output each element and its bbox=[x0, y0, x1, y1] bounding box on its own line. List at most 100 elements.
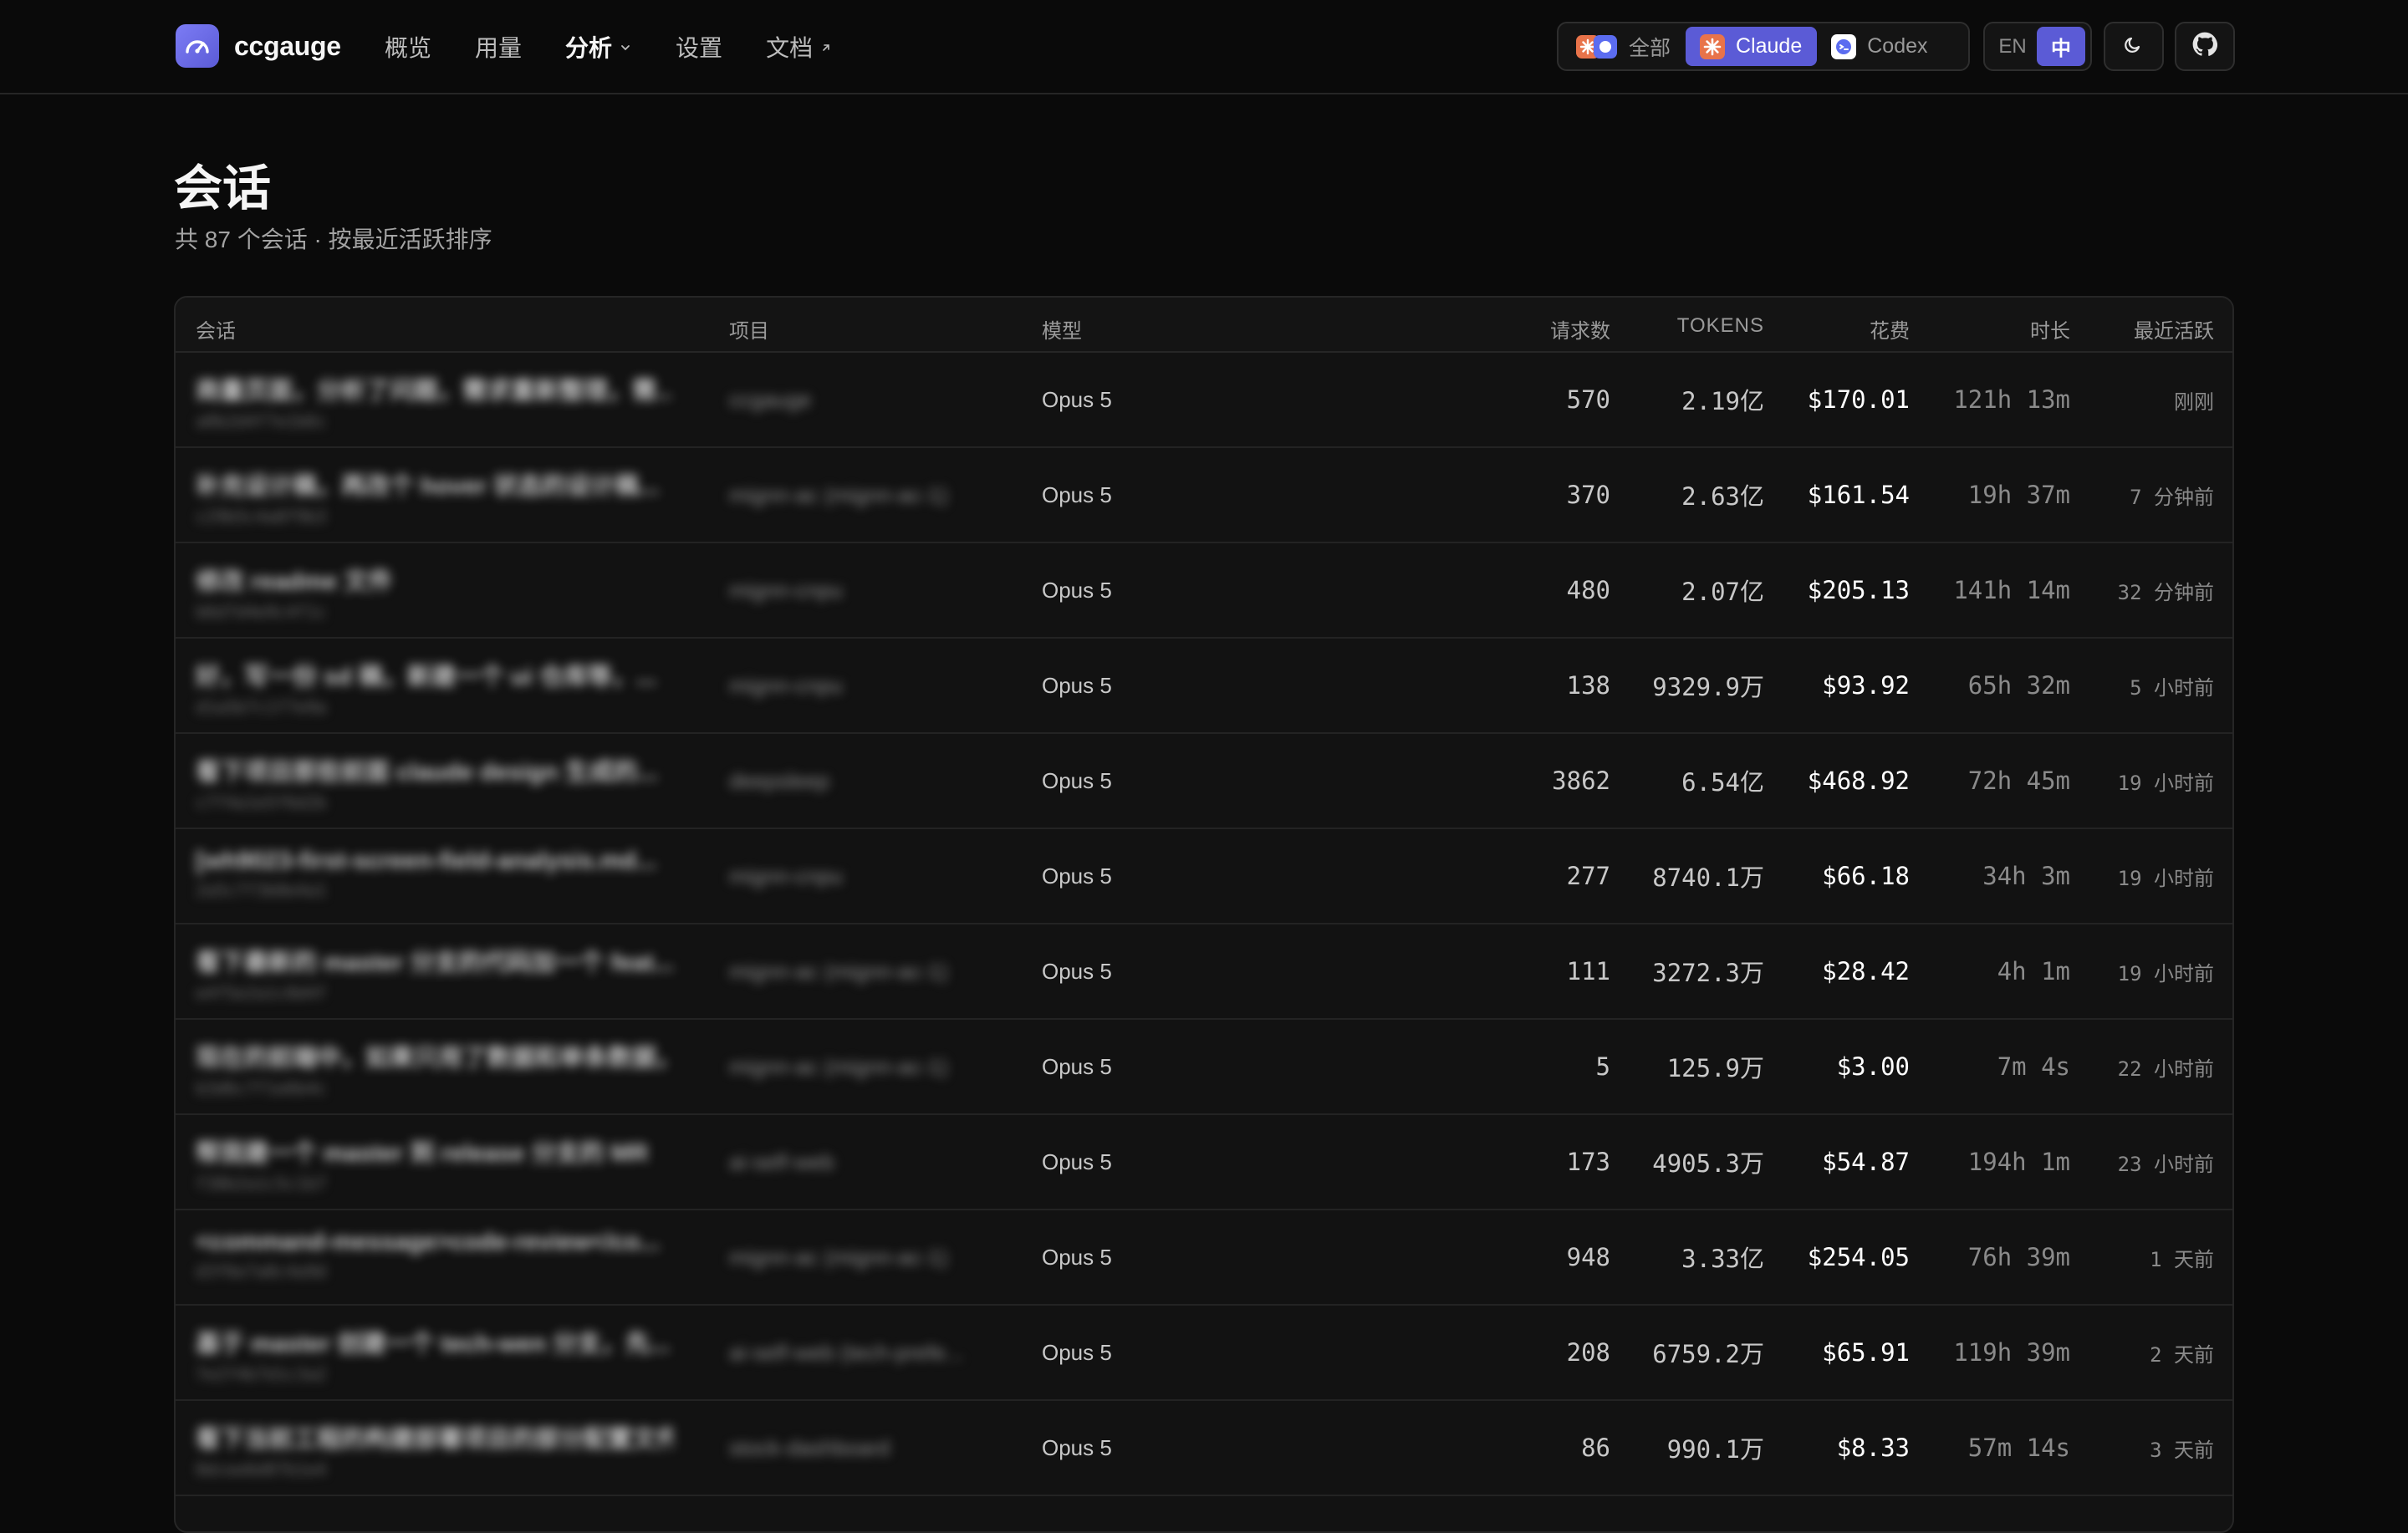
session-cell: 看下项目那些前面 claude design 生成的... c7f4a1e5f6d… bbox=[196, 752, 672, 812]
brand-name: ccgauge bbox=[234, 30, 341, 61]
duration-cell: 7m 4s bbox=[1911, 1020, 2070, 1113]
tokens-cell: 3.33亿 bbox=[1597, 1210, 1764, 1304]
session-title: 补充设计稿，再改个 hover 状态的设计稿... bbox=[196, 473, 660, 500]
col-requests-header[interactable]: 请求数 bbox=[1550, 314, 1610, 344]
col-cost-header[interactable]: 花费 bbox=[1870, 314, 1910, 344]
table-row[interactable]: 看下项目那些前面 claude design 生成的... c7f4a1e5f6d… bbox=[176, 734, 2232, 829]
cost-cell: $93.92 bbox=[1759, 639, 1910, 732]
last-active-value: 19 小时前 bbox=[2117, 771, 2214, 795]
last-active-value: 32 分钟前 bbox=[2117, 580, 2214, 604]
session-title: 好，写一份 sd 稿，新建一个 ui 仓库等，... bbox=[196, 664, 657, 690]
requests-cell: 948 bbox=[1443, 1210, 1610, 1304]
model-name: Opus 5 bbox=[1042, 863, 1112, 889]
session-cell: 帮我建一个 master 到 release 分支的 MR f38b2a1c5c1… bbox=[196, 1133, 672, 1194]
cost-value: $254.05 bbox=[1807, 1243, 1910, 1271]
project-name: mignn-ac (mignn-ac-1) bbox=[729, 1053, 948, 1079]
table-row[interactable]: <command-message>code-review</co... d3f6e… bbox=[176, 1210, 2232, 1306]
table-row[interactable]: 看下当前工程的构建部署项目的部分配置文件里 0dcee6d07b1e4 stock-… bbox=[176, 1401, 2232, 1496]
source-codex-button[interactable]: Codex bbox=[1817, 27, 1942, 66]
model-cell: Opus 5 bbox=[1042, 1306, 1293, 1399]
cost-value: $65.91 bbox=[1822, 1338, 1910, 1367]
nav-usage[interactable]: 用量 bbox=[475, 30, 522, 64]
table-row[interactable]: 好，写一份 sd 稿，新建一个 ui 仓库等，... d1a5b7c1f7e9a m… bbox=[176, 639, 2232, 734]
session-cell: 商量页面，分析了问题，需求重新整理，需... a0b2d4f7e1b6c bbox=[196, 371, 672, 431]
project-name: mignn-cnpu bbox=[729, 577, 843, 603]
model-cell: Opus 5 bbox=[1042, 1020, 1293, 1113]
session-cell: 现在的前端中，如果只用了数据和单条数据，... b3d6c7f1e6b4c bbox=[196, 1038, 672, 1098]
cost-value: $170.01 bbox=[1807, 385, 1910, 414]
lang-en-button[interactable]: EN bbox=[1988, 27, 2037, 66]
cost-value: $468.92 bbox=[1807, 766, 1910, 795]
duration-cell: 57m 14s bbox=[1911, 1401, 2070, 1495]
nav-analysis-label: 分析 bbox=[565, 35, 613, 61]
nav-analysis-dropdown[interactable]: 分析 bbox=[565, 30, 632, 64]
table-row[interactable]: 修改 readme 文件 b6d7d4e9c4f1c mignn-cnpu Opus … bbox=[176, 543, 2232, 639]
col-project-header[interactable]: 项目 bbox=[729, 314, 769, 344]
col-duration-header[interactable]: 时长 bbox=[2030, 314, 2070, 344]
last-active-value: 5 小时前 bbox=[2130, 675, 2214, 700]
gauge-logo-icon bbox=[176, 24, 219, 68]
table-row[interactable]: 看下最新的 master 分支的代码加一个 feat... e4f5e2a1c0d… bbox=[176, 924, 2232, 1020]
session-id: f38b2a1c5c1b7 bbox=[196, 1174, 327, 1194]
project-cell: mignn-ac (mignn-ac-1) bbox=[729, 448, 1013, 542]
tokens-value: 8740.1万 bbox=[1652, 863, 1764, 892]
last-active-value: 1 天前 bbox=[2150, 1247, 2214, 1271]
table-row[interactable]: 现在的前端中，如果只用了数据和单条数据，... b3d6c7f1e6b4c mign… bbox=[176, 1020, 2232, 1115]
col-tokens-header[interactable]: TOKENS bbox=[1677, 314, 1764, 338]
last-active-value: 23 小时前 bbox=[2117, 1152, 2214, 1176]
brand[interactable]: ccgauge bbox=[176, 24, 341, 68]
last-active-cell: 23 小时前 bbox=[2072, 1115, 2214, 1209]
last-active-value: 7 分钟前 bbox=[2130, 485, 2214, 509]
last-active-value: 刚刚 bbox=[2174, 390, 2214, 414]
last-active-cell: 5 小时前 bbox=[2072, 639, 2214, 732]
theme-toggle-button[interactable] bbox=[2104, 22, 2164, 71]
source-codex-label: Codex bbox=[1867, 34, 1928, 58]
project-name: ai-self-web (tech-prefe... bbox=[729, 1339, 964, 1365]
table-header: 会话 项目 模型 请求数 TOKENS 花费 时长 最近活跃 bbox=[176, 298, 2232, 353]
duration-cell: 19h 37m bbox=[1911, 448, 2070, 542]
col-last-active-header[interactable]: 最近活跃 bbox=[2134, 314, 2214, 344]
tokens-value: 3.33亿 bbox=[1681, 1245, 1764, 1273]
session-id: 2a5c7f3b8e4a1 bbox=[196, 880, 327, 900]
nav-settings[interactable]: 设置 bbox=[676, 30, 722, 64]
session-title: 现在的前端中，如果只用了数据和单条数据，... bbox=[196, 1045, 672, 1072]
session-id: 7e2f4b7d1c3a2 bbox=[196, 1364, 327, 1384]
tokens-value: 9329.9万 bbox=[1652, 673, 1764, 701]
session-title: 看下最新的 master 分支的代码加一个 feat... bbox=[196, 950, 672, 976]
session-id: b3d6c7f1e6b4c bbox=[196, 1078, 327, 1098]
model-cell: Opus 5 bbox=[1042, 734, 1293, 828]
nav-docs-link[interactable]: 文档 bbox=[766, 30, 833, 64]
tokens-value: 3272.3万 bbox=[1652, 959, 1764, 987]
session-id: c29b5c4a8f9b3 bbox=[196, 507, 327, 527]
requests-cell: 3862 bbox=[1443, 734, 1610, 828]
duration-value: 7m 4s bbox=[1997, 1052, 2070, 1081]
last-active-cell: 19 小时前 bbox=[2072, 734, 2214, 828]
duration-cell: 141h 14m bbox=[1911, 543, 2070, 637]
model-name: Opus 5 bbox=[1042, 1148, 1112, 1174]
session-cell: [wh9023-first-screen-field-analysis.md..… bbox=[196, 848, 672, 900]
project-name: mignn-ac (mignn-ac-1) bbox=[729, 958, 948, 984]
duration-value: 141h 14m bbox=[1953, 576, 2070, 604]
project-name: mignn-ac (mignn-ac-1) bbox=[729, 481, 948, 507]
github-link-button[interactable] bbox=[2175, 22, 2235, 71]
project-name: ai-self-web bbox=[729, 1148, 834, 1174]
col-model-header[interactable]: 模型 bbox=[1042, 314, 1082, 344]
codex-icon bbox=[1830, 33, 1857, 60]
source-claude-button[interactable]: Claude bbox=[1686, 27, 1818, 66]
lang-zh-button[interactable]: 中 bbox=[2037, 27, 2085, 66]
project-cell: ccgauge bbox=[729, 353, 1013, 446]
nav-overview[interactable]: 概览 bbox=[385, 30, 431, 64]
table-row[interactable]: 基于 master 创建一个 tech-wen 分支，先... 7e2f4b7d1… bbox=[176, 1306, 2232, 1401]
table-row[interactable]: 商量页面，分析了问题，需求重新整理，需... a0b2d4f7e1b6c ccgau… bbox=[176, 353, 2232, 448]
table-row[interactable]: 帮我建一个 master 到 release 分支的 MR f38b2a1c5c1… bbox=[176, 1115, 2232, 1210]
source-all-button[interactable]: 全部 bbox=[1562, 27, 1686, 66]
tokens-value: 6.54亿 bbox=[1681, 768, 1764, 797]
last-active-value: 22 小时前 bbox=[2117, 1057, 2214, 1081]
col-session-header[interactable]: 会话 bbox=[196, 314, 236, 344]
project-name: mignn-cnpu bbox=[729, 863, 843, 889]
table-row[interactable]: [wh9023-first-screen-field-analysis.md..… bbox=[176, 829, 2232, 924]
model-name: Opus 5 bbox=[1042, 672, 1112, 698]
table-row[interactable]: 补充设计稿，再改个 hover 状态的设计稿... c29b5c4a8f9b3 mi… bbox=[176, 448, 2232, 543]
session-id: d1a5b7c1f7e9a bbox=[196, 697, 327, 717]
project-cell: stock-dashboard bbox=[729, 1401, 1013, 1495]
